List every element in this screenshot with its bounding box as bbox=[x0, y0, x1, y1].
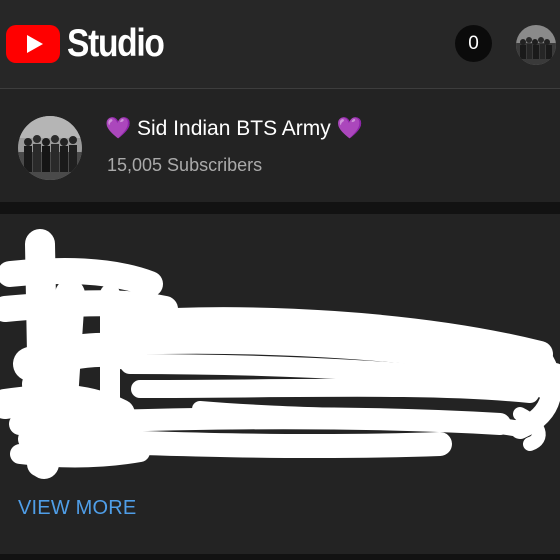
purple-heart-icon: 💜 bbox=[105, 117, 132, 140]
channel-name: 💜 Sid Indian BTS Army 💜 bbox=[105, 117, 363, 141]
channel-card[interactable]: 💜 Sid Indian BTS Army 💜 15,005 Subscribe… bbox=[0, 89, 560, 202]
channel-avatar[interactable] bbox=[18, 116, 82, 180]
channel-name-text: Sid Indian BTS Army bbox=[137, 117, 331, 140]
subscriber-count: 15,005 Subscribers bbox=[107, 155, 263, 175]
app-header: Studio 0 bbox=[0, 0, 560, 88]
section-divider bbox=[0, 202, 560, 214]
view-more-link[interactable]: VIEW MORE bbox=[18, 497, 136, 520]
analytics-card: VIEW MORE bbox=[0, 214, 560, 554]
purple-heart-icon: 💜 bbox=[336, 117, 363, 140]
app-title: Studio bbox=[67, 22, 165, 65]
account-avatar[interactable] bbox=[516, 25, 556, 65]
notification-badge[interactable]: 0 bbox=[455, 25, 492, 62]
youtube-logo-icon[interactable] bbox=[6, 25, 60, 63]
bottom-divider bbox=[0, 554, 560, 560]
